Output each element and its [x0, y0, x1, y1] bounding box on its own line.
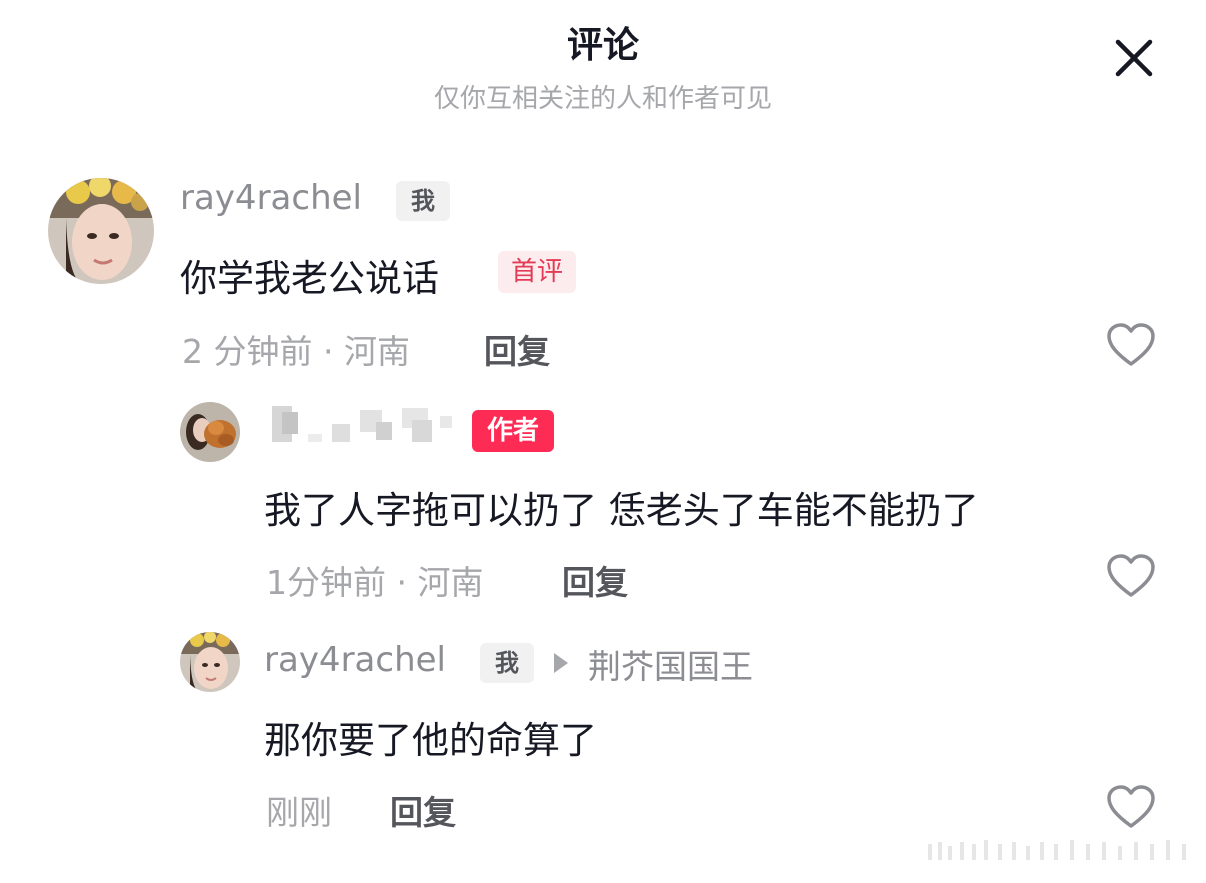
close-button[interactable] — [1108, 32, 1160, 84]
comment-username[interactable]: ray4rachel — [264, 640, 446, 680]
comment-time-location: 2 分钟前 · 河南 — [182, 332, 410, 371]
reply-button[interactable]: 回复 — [562, 556, 628, 604]
author-badge: 作者 — [472, 410, 554, 452]
avatar[interactable] — [48, 178, 154, 284]
comment-time-location: 1分钟前 · 河南 — [266, 563, 484, 602]
comment-username[interactable]: ray4rachel — [180, 178, 362, 218]
reply-button[interactable]: 回复 — [484, 325, 550, 373]
comment-text: 我了人字拖可以扔了 恁老头了车能不能扔了 — [264, 489, 979, 532]
heart-icon — [1107, 554, 1155, 597]
like-button[interactable] — [1106, 322, 1156, 368]
first-comment-badge: 首评 — [498, 251, 576, 293]
close-icon — [1115, 39, 1153, 77]
reply-arrow — [552, 651, 570, 675]
like-button[interactable] — [1106, 784, 1156, 830]
me-badge: 我 — [396, 181, 450, 221]
avatar[interactable] — [180, 402, 240, 462]
watermark-bars — [928, 838, 1198, 864]
reply-target-username[interactable]: 荆芥国国王 — [588, 640, 753, 688]
avatar[interactable] — [180, 632, 240, 692]
comments-header: 评论 仅你互相关注的人和作者可见 — [0, 0, 1206, 140]
triangle-right-icon — [554, 653, 568, 673]
page-title: 评论 — [566, 25, 639, 66]
comment-text: 你学我老公说话 — [180, 257, 439, 300]
comment-time: 刚刚 — [266, 793, 332, 832]
heart-icon — [1107, 785, 1155, 828]
heart-icon — [1107, 323, 1155, 366]
like-button[interactable] — [1106, 553, 1156, 599]
reply-button[interactable]: 回复 — [390, 786, 456, 834]
me-badge: 我 — [480, 643, 534, 683]
visibility-note: 仅你互相关注的人和作者可见 — [433, 84, 772, 114]
comment-text: 那你要了他的命算了 — [264, 719, 597, 762]
blurred-username — [268, 404, 468, 446]
